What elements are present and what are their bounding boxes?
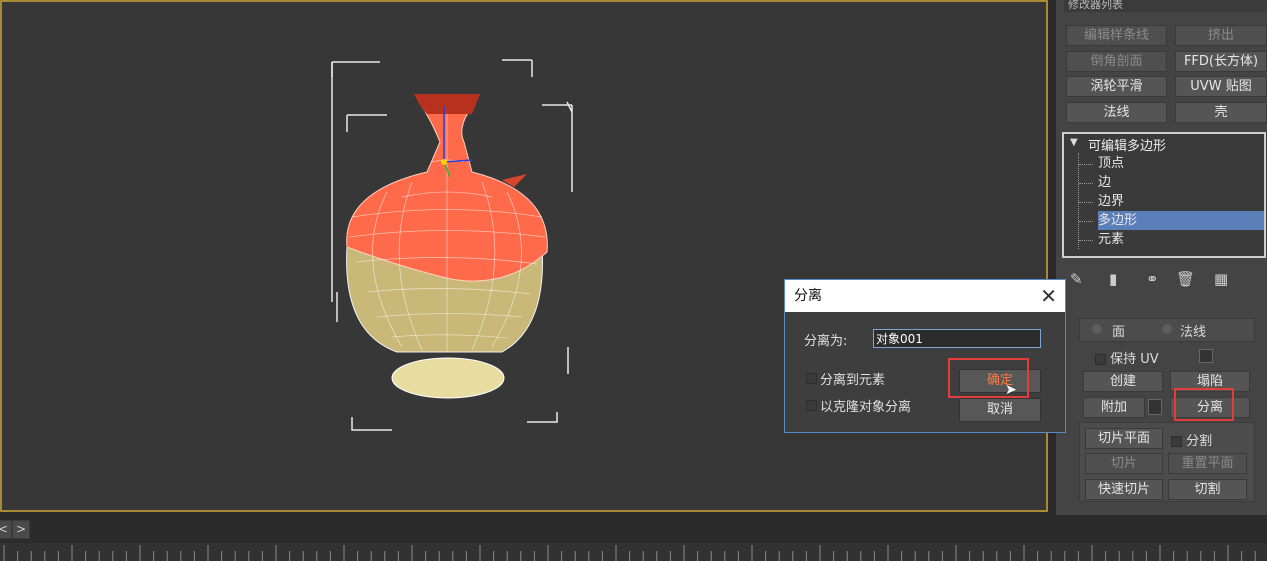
modifier-button-turbosmooth[interactable]: 涡轮平滑 xyxy=(1066,76,1167,97)
perspective-viewport[interactable] xyxy=(0,0,1048,512)
stack-item-element[interactable]: 元素 xyxy=(1098,230,1124,249)
stack-item-polygon[interactable]: 多边形 xyxy=(1098,211,1264,230)
pin-stack-icon[interactable]: ✎ xyxy=(1070,270,1083,288)
dialog-title: 分离 xyxy=(785,280,1065,312)
tree-branch xyxy=(1079,183,1093,184)
slice-button[interactable]: 切片 xyxy=(1085,453,1163,474)
make-unique-icon[interactable]: ⚭ xyxy=(1146,270,1159,288)
quick-slice-button[interactable]: 快速切片 xyxy=(1085,479,1163,500)
detach-as-clone-label: 以克隆对象分离 xyxy=(820,400,912,415)
attach-button[interactable]: 附加 xyxy=(1083,397,1145,418)
modifier-button-bevel-profile[interactable]: 倒角剖面 xyxy=(1066,51,1167,72)
detach-dialog: 分离 ✕ 分离为: 分离到元素 以克隆对象分离 确定 取消 ➤ xyxy=(784,279,1066,433)
attach-list-icon[interactable] xyxy=(1148,399,1162,415)
modifier-button-extrude[interactable]: 挤出 xyxy=(1175,25,1267,46)
detach-highlight xyxy=(1174,388,1234,421)
stack-item-border[interactable]: 边界 xyxy=(1098,192,1124,211)
time-ruler[interactable] xyxy=(0,543,1267,561)
modifier-button-ffd-box[interactable]: FFD(长方体) xyxy=(1175,51,1267,72)
tree-branch xyxy=(1079,202,1093,203)
stack-title[interactable]: 可编辑多边形 xyxy=(1088,135,1166,154)
mouse-cursor-icon: ➤ xyxy=(1005,382,1017,398)
normal-radio[interactable] xyxy=(1162,324,1172,334)
tree-line xyxy=(1078,153,1079,249)
reset-plane-button[interactable]: 重置平面 xyxy=(1168,453,1247,474)
timeline-next-button[interactable]: > xyxy=(12,520,30,539)
split-row: 分割 xyxy=(1171,430,1212,449)
collapse-triangle-icon[interactable]: ▼ xyxy=(1070,137,1078,148)
vase-mesh[interactable] xyxy=(2,2,1046,510)
tree-branch xyxy=(1079,164,1093,165)
face-radio[interactable] xyxy=(1092,324,1102,334)
normal-label: 法线 xyxy=(1180,325,1207,340)
preserve-uv-row: 保持 UV xyxy=(1095,348,1159,367)
split-label: 分割 xyxy=(1186,434,1213,449)
configure-sets-icon[interactable]: ▦ xyxy=(1214,270,1228,288)
modifier-stack: ▼ 可编辑多边形 顶点 边 边界 多边形 元素 xyxy=(1062,132,1266,258)
modifier-list-dropdown[interactable]: 修改器列表 xyxy=(1064,0,1267,12)
preserve-uv-checkbox[interactable] xyxy=(1095,354,1106,365)
create-button[interactable]: 创建 xyxy=(1083,371,1163,392)
detach-to-element-checkbox[interactable] xyxy=(806,373,817,384)
face-label: 面 xyxy=(1112,325,1126,340)
detach-as-clone-checkbox[interactable] xyxy=(806,400,817,411)
dialog-body: 分离为: 分离到元素 以克隆对象分离 确定 取消 ➤ xyxy=(785,312,1065,432)
show-end-result-icon[interactable]: ▮ xyxy=(1109,270,1117,288)
slice-plane-button[interactable]: 切片平面 xyxy=(1085,428,1163,449)
timeline-prev-button[interactable]: < xyxy=(0,520,12,539)
modifier-button-shell[interactable]: 壳 xyxy=(1175,102,1267,123)
preserve-uv-settings-icon[interactable] xyxy=(1199,349,1213,363)
constraint-row: 面 法线 xyxy=(1079,318,1255,342)
tree-branch xyxy=(1079,240,1093,241)
modifier-button-normal[interactable]: 法线 xyxy=(1066,102,1167,123)
close-icon[interactable]: ✕ xyxy=(1040,284,1057,308)
split-checkbox[interactable] xyxy=(1171,436,1182,447)
modifier-button-edit-spline[interactable]: 编辑样条线 xyxy=(1066,25,1167,46)
cancel-button[interactable]: 取消 xyxy=(959,398,1041,422)
remove-modifier-icon[interactable]: 🗑 xyxy=(1176,270,1195,288)
tree-branch xyxy=(1079,221,1093,222)
detach-as-label: 分离为: xyxy=(804,334,848,349)
cut-button[interactable]: 切割 xyxy=(1168,479,1247,500)
detach-to-element-label: 分离到元素 xyxy=(820,373,886,388)
detach-name-input[interactable] xyxy=(873,329,1041,348)
stack-item-vertex[interactable]: 顶点 xyxy=(1098,154,1124,173)
preserve-uv-label: 保持 UV xyxy=(1110,352,1159,367)
stack-item-edge[interactable]: 边 xyxy=(1098,173,1111,192)
modifier-button-uvw-map[interactable]: UVW 贴图 xyxy=(1175,76,1267,97)
